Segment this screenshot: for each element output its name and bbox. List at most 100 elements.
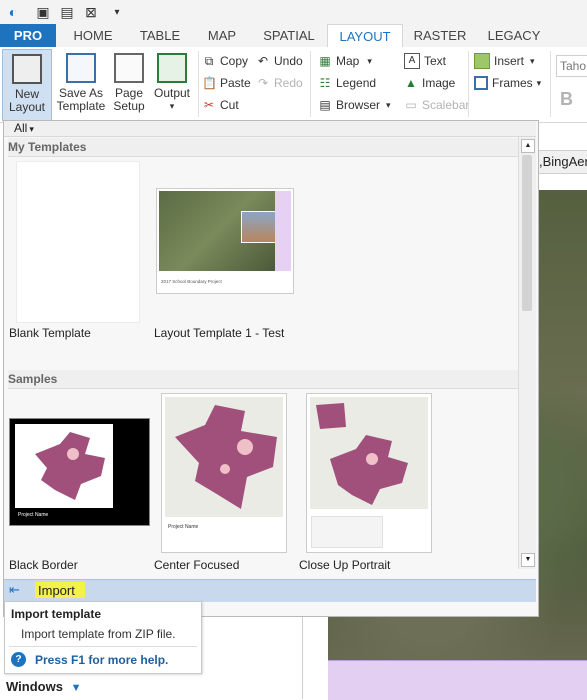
image-icon: ▲ [405, 76, 417, 90]
my-templates-heading: My Templates [8, 138, 518, 157]
tooltip-help-text: Press F1 for more help. [35, 653, 169, 667]
help-icon: ? [11, 652, 26, 667]
insert-legend-button[interactable]: ☷ Legend [318, 73, 376, 93]
windows-dropdown-icon: ▼ [70, 682, 82, 694]
page-setup-icon [114, 53, 144, 83]
insert-map-button[interactable]: ▦ Map ▾ [318, 51, 372, 71]
output-dropdown-icon: ▾ [169, 101, 175, 111]
copy-icon: ⧉ [204, 54, 214, 68]
output-icon [157, 53, 187, 83]
undo-button[interactable]: ↶ Undo [256, 51, 303, 71]
samples-heading: Samples [8, 370, 518, 389]
black-border-thumbnail[interactable]: Project Name [9, 418, 150, 526]
browser-button[interactable]: ▤ Browser ▾ [318, 95, 390, 115]
scissors-icon: ✂ [203, 98, 215, 112]
tab-home[interactable]: HOME [58, 24, 128, 47]
paste-button[interactable]: 📋 Paste [202, 73, 251, 93]
quick-access-toolbar: ◐ ▣ ▤ ⊠ ▾ [0, 0, 587, 24]
ribbon: New Layout Save As Template Page Setup O… [0, 47, 587, 123]
insert-button[interactable]: Insert ▾ [474, 51, 535, 71]
legend-icon: ☷ [319, 76, 331, 90]
text-icon: A [404, 53, 420, 69]
tab-pro[interactable]: PRO [0, 24, 56, 47]
new-layout-icon [12, 54, 42, 84]
redo-icon: ↷ [257, 76, 269, 90]
insert-icon [474, 53, 490, 69]
import-icon[interactable]: ⇤ [9, 582, 25, 598]
insert-image-button[interactable]: ▲ Image [404, 73, 455, 93]
tooltip-title: Import template [11, 607, 102, 621]
tab-raster[interactable]: RASTER [404, 24, 476, 47]
close-up-map-area [310, 397, 428, 509]
insert-dropdown-icon: ▾ [530, 56, 535, 66]
cut-button[interactable]: ✂ Cut [202, 95, 239, 115]
windows-dropdown[interactable]: Windows ▼ [6, 679, 81, 694]
copy-button[interactable]: ⧉ Copy [202, 51, 248, 71]
scroll-thumb[interactable] [522, 155, 532, 311]
template-title-text: 2017 School Boundary Project [161, 279, 222, 284]
import-button[interactable]: Import [38, 583, 75, 598]
save-template-icon [66, 53, 96, 83]
tab-map[interactable]: MAP [192, 24, 252, 47]
scroll-down-icon[interactable]: ▼ [521, 553, 535, 567]
ribbon-separator [198, 51, 199, 117]
font-name-field[interactable]: Taho [556, 55, 587, 77]
scalebar-icon: ▭ [405, 98, 417, 112]
layout-page-strip[interactable] [328, 660, 587, 700]
gallery-filter-bar: All ▾ [4, 121, 536, 137]
output-button[interactable]: Output ▾ [150, 49, 194, 119]
black-border-map-area [15, 424, 113, 508]
customize-toolbar-icon[interactable]: ▾ [108, 3, 126, 21]
tab-layout[interactable]: LAYOUT [327, 24, 403, 49]
close-up-text-block [311, 516, 383, 548]
tab-spatial[interactable]: SPATIAL [252, 24, 326, 47]
ribbon-separator [468, 51, 469, 117]
paste-icon: 📋 [202, 76, 217, 90]
template-side-panel [275, 191, 291, 271]
center-focused-map-area [165, 397, 283, 517]
gallery-scrollbar[interactable]: ▲ ▼ [518, 137, 536, 569]
ribbon-tabs: PRO HOME TABLE MAP SPATIAL LAYOUT RASTER… [0, 24, 587, 49]
bold-button[interactable]: B [560, 89, 573, 110]
page-setup-button[interactable]: Page Setup [110, 49, 148, 119]
center-focused-thumbnail[interactable]: Project Name [161, 393, 287, 553]
tooltip-body: Import template from ZIP file. [21, 627, 176, 641]
center-focused-district-shape [175, 405, 277, 509]
close-document-icon[interactable]: ⊠ [82, 3, 100, 21]
pane-divider [302, 615, 303, 699]
close-up-portrait-thumbnail[interactable] [306, 393, 432, 553]
frames-button[interactable]: Frames ▾ [474, 73, 541, 93]
center-focused-caption[interactable]: Center Focused [154, 558, 239, 572]
insert-scalebar-button[interactable]: ▭ Scalebar [404, 95, 469, 115]
tab-table[interactable]: TABLE [128, 24, 192, 47]
black-border-caption[interactable]: Black Border [9, 558, 78, 572]
tooltip-divider [9, 646, 197, 647]
blank-template-caption[interactable]: Blank Template [9, 326, 91, 340]
ribbon-separator [310, 51, 311, 117]
map-frame-icon: ▦ [319, 54, 331, 68]
save-all-icon[interactable]: ▤ [58, 3, 76, 21]
close-up-portrait-caption[interactable]: Close Up Portrait [299, 558, 390, 572]
browser-icon: ▤ [319, 98, 331, 112]
center-focused-project-name: Project Name [168, 524, 199, 530]
layout-template-1-thumbnail[interactable]: 2017 School Boundary Project [156, 188, 294, 294]
black-border-district-shape [35, 432, 105, 500]
scroll-up-icon[interactable]: ▲ [521, 139, 535, 153]
app-logo-icon[interactable]: ◐ [4, 3, 22, 21]
gallery-filter-dropdown[interactable]: All ▾ [14, 121, 34, 137]
save-icon[interactable]: ▣ [34, 3, 52, 21]
close-up-district-shape [316, 403, 408, 505]
filter-dropdown-icon: ▾ [29, 124, 34, 134]
ribbon-separator [550, 51, 551, 117]
insert-text-button[interactable]: A Text [404, 51, 446, 71]
layout-template-1-caption[interactable]: Layout Template 1 - Test [154, 326, 284, 340]
black-border-project-name: Project Name [18, 512, 49, 518]
undo-icon: ↶ [257, 54, 269, 68]
save-as-template-button[interactable]: Save As Template [54, 49, 108, 119]
new-layout-button[interactable]: New Layout [2, 49, 52, 121]
redo-button[interactable]: ↷ Redo [256, 73, 303, 93]
map-dropdown-icon: ▾ [367, 56, 372, 66]
tab-legacy[interactable]: LEGACY [478, 24, 550, 47]
blank-template-thumbnail[interactable] [16, 161, 140, 323]
map-view-tab[interactable]: ,BingAer [538, 150, 587, 174]
